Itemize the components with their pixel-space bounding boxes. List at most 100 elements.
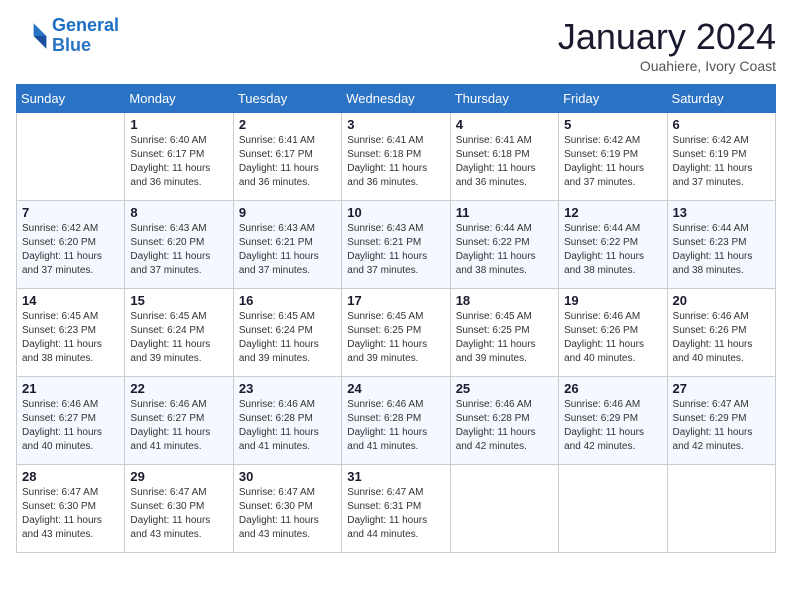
table-row: 31 Sunrise: 6:47 AM Sunset: 6:31 PM Dayli…	[342, 465, 450, 553]
table-row: 19 Sunrise: 6:46 AM Sunset: 6:26 PM Dayli…	[559, 289, 667, 377]
cell-info: Sunrise: 6:46 AM Sunset: 6:26 PM Dayligh…	[564, 310, 661, 366]
cell-info: Sunrise: 6:43 AM Sunset: 6:21 PM Dayligh…	[239, 222, 336, 278]
cell-info: Sunrise: 6:46 AM Sunset: 6:28 PM Dayligh…	[456, 398, 553, 454]
col-tuesday: Tuesday	[233, 85, 341, 113]
calendar-week-row: 1 Sunrise: 6:40 AM Sunset: 6:17 PM Daylig…	[17, 113, 776, 201]
calendar-week-row: 7 Sunrise: 6:42 AM Sunset: 6:20 PM Daylig…	[17, 201, 776, 289]
table-row: 13 Sunrise: 6:44 AM Sunset: 6:23 PM Dayli…	[667, 201, 775, 289]
cell-info: Sunrise: 6:42 AM Sunset: 6:19 PM Dayligh…	[673, 134, 770, 190]
col-thursday: Thursday	[450, 85, 558, 113]
day-number: 16	[239, 293, 336, 308]
table-row: 3 Sunrise: 6:41 AM Sunset: 6:18 PM Daylig…	[342, 113, 450, 201]
table-row: 16 Sunrise: 6:45 AM Sunset: 6:24 PM Dayli…	[233, 289, 341, 377]
cell-info: Sunrise: 6:47 AM Sunset: 6:29 PM Dayligh…	[673, 398, 770, 454]
calendar-header-row: Sunday Monday Tuesday Wednesday Thursday…	[17, 85, 776, 113]
table-row: 30 Sunrise: 6:47 AM Sunset: 6:30 PM Dayli…	[233, 465, 341, 553]
day-number: 7	[22, 205, 119, 220]
table-row: 7 Sunrise: 6:42 AM Sunset: 6:20 PM Daylig…	[17, 201, 125, 289]
cell-info: Sunrise: 6:43 AM Sunset: 6:21 PM Dayligh…	[347, 222, 444, 278]
day-number: 14	[22, 293, 119, 308]
day-number: 20	[673, 293, 770, 308]
cell-info: Sunrise: 6:46 AM Sunset: 6:27 PM Dayligh…	[130, 398, 227, 454]
cell-info: Sunrise: 6:46 AM Sunset: 6:28 PM Dayligh…	[347, 398, 444, 454]
day-number: 5	[564, 117, 661, 132]
table-row: 22 Sunrise: 6:46 AM Sunset: 6:27 PM Dayli…	[125, 377, 233, 465]
day-number: 25	[456, 381, 553, 396]
day-number: 1	[130, 117, 227, 132]
location-subtitle: Ouahiere, Ivory Coast	[558, 58, 776, 74]
day-number: 2	[239, 117, 336, 132]
cell-info: Sunrise: 6:47 AM Sunset: 6:30 PM Dayligh…	[239, 486, 336, 542]
day-number: 29	[130, 469, 227, 484]
table-row: 15 Sunrise: 6:45 AM Sunset: 6:24 PM Dayli…	[125, 289, 233, 377]
col-saturday: Saturday	[667, 85, 775, 113]
table-row: 23 Sunrise: 6:46 AM Sunset: 6:28 PM Dayli…	[233, 377, 341, 465]
table-row: 1 Sunrise: 6:40 AM Sunset: 6:17 PM Daylig…	[125, 113, 233, 201]
table-row: 27Sunrise: 6:47 AM Sunset: 6:29 PM Dayli…	[667, 377, 775, 465]
table-row: 11 Sunrise: 6:44 AM Sunset: 6:22 PM Dayli…	[450, 201, 558, 289]
cell-info: Sunrise: 6:46 AM Sunset: 6:29 PM Dayligh…	[564, 398, 661, 454]
logo-text: General Blue	[52, 16, 119, 56]
cell-info: Sunrise: 6:42 AM Sunset: 6:20 PM Dayligh…	[22, 222, 119, 278]
cell-info: Sunrise: 6:44 AM Sunset: 6:22 PM Dayligh…	[564, 222, 661, 278]
table-row: 12Sunrise: 6:44 AM Sunset: 6:22 PM Dayli…	[559, 201, 667, 289]
cell-info: Sunrise: 6:45 AM Sunset: 6:25 PM Dayligh…	[347, 310, 444, 366]
table-row: 28Sunrise: 6:47 AM Sunset: 6:30 PM Dayli…	[17, 465, 125, 553]
col-friday: Friday	[559, 85, 667, 113]
cell-info: Sunrise: 6:45 AM Sunset: 6:23 PM Dayligh…	[22, 310, 119, 366]
logo: General Blue	[16, 16, 119, 56]
table-row: 24 Sunrise: 6:46 AM Sunset: 6:28 PM Dayli…	[342, 377, 450, 465]
day-number: 31	[347, 469, 444, 484]
table-row	[667, 465, 775, 553]
cell-info: Sunrise: 6:40 AM Sunset: 6:17 PM Dayligh…	[130, 134, 227, 190]
cell-info: Sunrise: 6:46 AM Sunset: 6:26 PM Dayligh…	[673, 310, 770, 366]
day-number: 15	[130, 293, 227, 308]
table-row	[450, 465, 558, 553]
cell-info: Sunrise: 6:47 AM Sunset: 6:31 PM Dayligh…	[347, 486, 444, 542]
cell-info: Sunrise: 6:44 AM Sunset: 6:23 PM Dayligh…	[673, 222, 770, 278]
table-row: 25 Sunrise: 6:46 AM Sunset: 6:28 PM Dayli…	[450, 377, 558, 465]
calendar-week-row: 21 Sunrise: 6:46 AM Sunset: 6:27 PM Dayli…	[17, 377, 776, 465]
cell-info: Sunrise: 6:42 AM Sunset: 6:19 PM Dayligh…	[564, 134, 661, 190]
col-wednesday: Wednesday	[342, 85, 450, 113]
title-block: January 2024 Ouahiere, Ivory Coast	[558, 16, 776, 74]
calendar-week-row: 14 Sunrise: 6:45 AM Sunset: 6:23 PM Dayli…	[17, 289, 776, 377]
day-number: 18	[456, 293, 553, 308]
cell-info: Sunrise: 6:45 AM Sunset: 6:24 PM Dayligh…	[130, 310, 227, 366]
day-number: 4	[456, 117, 553, 132]
col-monday: Monday	[125, 85, 233, 113]
table-row: 5 Sunrise: 6:42 AM Sunset: 6:19 PM Daylig…	[559, 113, 667, 201]
cell-info: Sunrise: 6:46 AM Sunset: 6:27 PM Dayligh…	[22, 398, 119, 454]
cell-info: Sunrise: 6:41 AM Sunset: 6:18 PM Dayligh…	[456, 134, 553, 190]
cell-info: Sunrise: 6:46 AM Sunset: 6:28 PM Dayligh…	[239, 398, 336, 454]
day-number: 22	[130, 381, 227, 396]
day-number: 23	[239, 381, 336, 396]
day-number: 6	[673, 117, 770, 132]
table-row: 4 Sunrise: 6:41 AM Sunset: 6:18 PM Daylig…	[450, 113, 558, 201]
table-row: 10 Sunrise: 6:43 AM Sunset: 6:21 PM Dayli…	[342, 201, 450, 289]
calendar-week-row: 28Sunrise: 6:47 AM Sunset: 6:30 PM Dayli…	[17, 465, 776, 553]
logo-icon	[16, 20, 48, 52]
cell-info: Sunrise: 6:47 AM Sunset: 6:30 PM Dayligh…	[22, 486, 119, 542]
day-number: 3	[347, 117, 444, 132]
table-row: 18Sunrise: 6:45 AM Sunset: 6:25 PM Dayli…	[450, 289, 558, 377]
day-number: 21	[22, 381, 119, 396]
day-number: 10	[347, 205, 444, 220]
day-number: 30	[239, 469, 336, 484]
cell-info: Sunrise: 6:45 AM Sunset: 6:24 PM Dayligh…	[239, 310, 336, 366]
cell-info: Sunrise: 6:41 AM Sunset: 6:18 PM Dayligh…	[347, 134, 444, 190]
day-number: 24	[347, 381, 444, 396]
table-row: 29Sunrise: 6:47 AM Sunset: 6:30 PM Dayli…	[125, 465, 233, 553]
col-sunday: Sunday	[17, 85, 125, 113]
day-number: 11	[456, 205, 553, 220]
page-header: General Blue January 2024 Ouahiere, Ivor…	[16, 16, 776, 74]
month-title: January 2024	[558, 16, 776, 58]
table-row: 20 Sunrise: 6:46 AM Sunset: 6:26 PM Dayli…	[667, 289, 775, 377]
calendar-table: Sunday Monday Tuesday Wednesday Thursday…	[16, 84, 776, 553]
table-row	[559, 465, 667, 553]
cell-info: Sunrise: 6:44 AM Sunset: 6:22 PM Dayligh…	[456, 222, 553, 278]
day-number: 13	[673, 205, 770, 220]
table-row: 14 Sunrise: 6:45 AM Sunset: 6:23 PM Dayli…	[17, 289, 125, 377]
day-number: 19	[564, 293, 661, 308]
table-row: 26Sunrise: 6:46 AM Sunset: 6:29 PM Dayli…	[559, 377, 667, 465]
